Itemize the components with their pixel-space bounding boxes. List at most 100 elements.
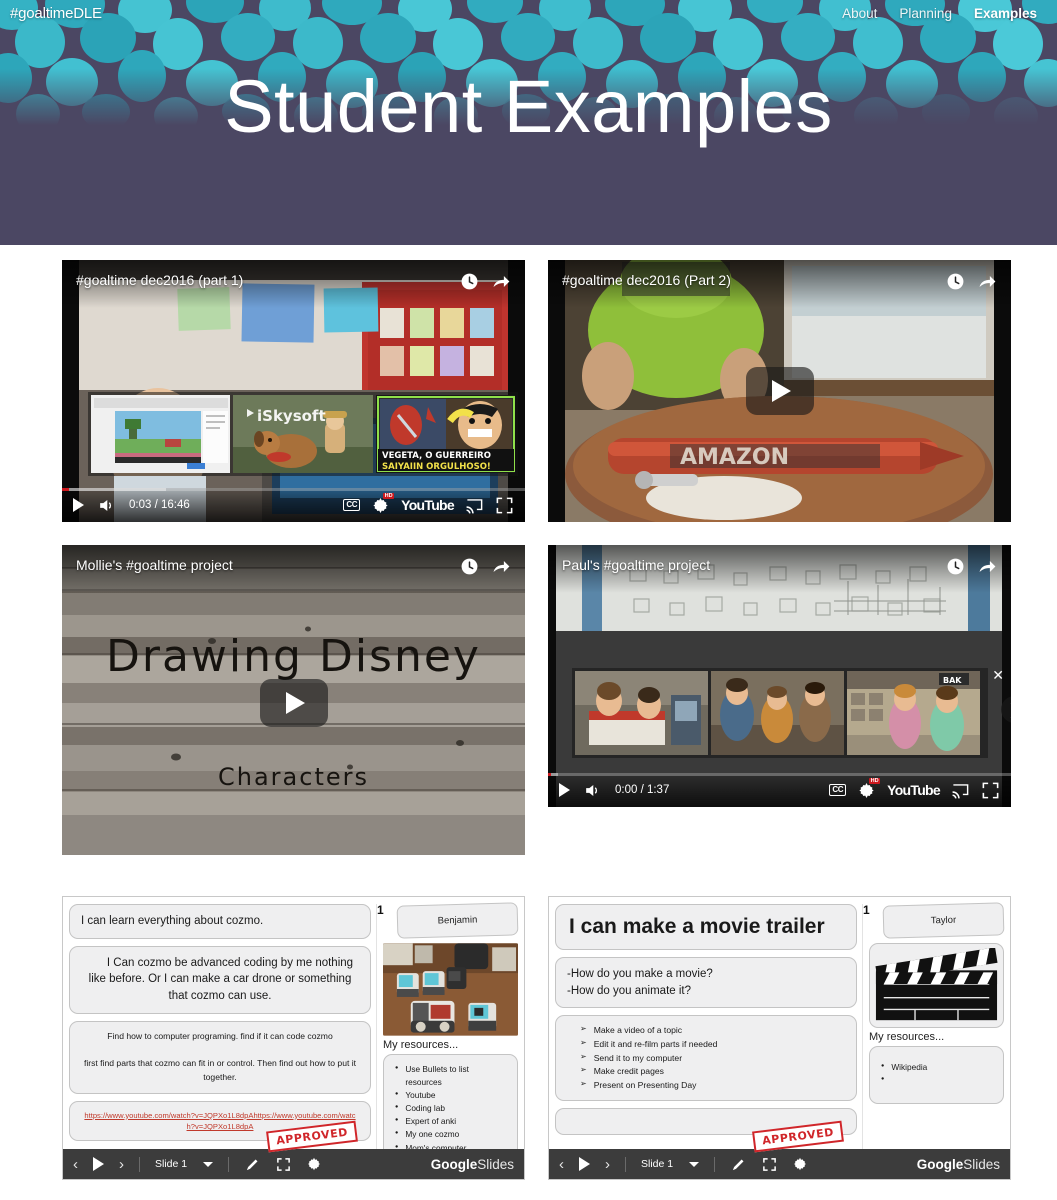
- video-title-2[interactable]: #goaltime dec2016 (Part 2): [562, 272, 731, 288]
- pen-icon[interactable]: [244, 1157, 261, 1172]
- clapperboard-box: [869, 943, 1004, 1028]
- svg-text:SAIYAIIN ORGULHOSO!: SAIYAIIN ORGULHOSO!: [382, 462, 491, 472]
- cast-icon[interactable]: [951, 781, 970, 800]
- youtube-logo[interactable]: YouTube: [401, 497, 455, 513]
- toolbar-divider: [714, 1156, 716, 1172]
- google-slides-embed-benjamin[interactable]: I can learn everything about cozmo. I Ca…: [62, 896, 525, 1180]
- gear-icon[interactable]: [792, 1156, 808, 1172]
- resource-item: My one cozmo: [395, 1128, 506, 1141]
- brand-slides: Slides: [477, 1156, 514, 1172]
- previous-slide-button[interactable]: ‹: [559, 1157, 564, 1172]
- play-icon[interactable]: [559, 783, 570, 797]
- controls-right-1: CC HD YouTube: [343, 492, 514, 515]
- gear-icon[interactable]: [306, 1156, 322, 1172]
- video-header-bar-4: Paul's #goaltime project: [548, 545, 1011, 593]
- goal-box-2: I can make a movie trailer: [555, 904, 857, 950]
- share-arrow-icon[interactable]: [492, 272, 511, 291]
- resource-item: Youtube: [395, 1089, 506, 1102]
- close-endscreen-icon[interactable]: ✕: [992, 668, 1004, 682]
- nav-item-about[interactable]: About: [842, 6, 877, 21]
- share-arrow-icon[interactable]: [978, 557, 997, 576]
- google-slides-embed-taylor[interactable]: I can make a movie trailer -How do you m…: [548, 896, 1011, 1180]
- video-title-1[interactable]: #goaltime dec2016 (part 1): [76, 272, 243, 288]
- share-arrow-icon[interactable]: [978, 272, 997, 291]
- step-item: Edit it and re-film parts if needed: [580, 1038, 845, 1052]
- video-cell-1: #goaltime dec2016 (part 1) iSkysoft VEGE…: [62, 260, 525, 522]
- related-video-thumb-3[interactable]: VEGETA, O GUERREIRO SAIYAIIN ORGULHOSO!: [375, 395, 515, 473]
- resources-box-1: Use Bullets to list resources Youtube Co…: [383, 1054, 518, 1164]
- slide-selector-1[interactable]: Slide 1: [155, 1158, 214, 1170]
- progress-bar-4[interactable]: [548, 773, 1011, 776]
- play-button-overlay-3[interactable]: [259, 679, 328, 727]
- content-grid: #goaltime dec2016 (part 1) iSkysoft VEGE…: [0, 245, 1057, 1180]
- hero-banner: #goaltimeDLE About Planning Examples Stu…: [0, 0, 1057, 245]
- slides-row: I can learn everything about cozmo. I Ca…: [62, 896, 1011, 1180]
- questions-box-1: I Can cozmo be advanced coding by me not…: [69, 945, 371, 1014]
- share-arrow-icon[interactable]: [492, 557, 511, 576]
- watch-later-clock-icon[interactable]: [946, 272, 965, 291]
- resources-label-2: My resources...: [869, 1031, 945, 1043]
- previous-slide-button[interactable]: ‹: [73, 1157, 78, 1172]
- fullscreen-icon[interactable]: [276, 1157, 291, 1172]
- related-video-thumb-2[interactable]: iSkysoft: [233, 395, 373, 473]
- slides-toolbar-2: ‹ › Slide 1 GoogleSlides: [549, 1149, 1010, 1179]
- volume-icon[interactable]: [583, 781, 602, 800]
- watch-later-clock-icon[interactable]: [460, 272, 479, 291]
- site-logo[interactable]: #goaltimeDLE: [10, 5, 102, 22]
- present-play-button[interactable]: [579, 1157, 590, 1171]
- next-slide-button[interactable]: ›: [119, 1157, 124, 1172]
- resources-list-1: Use Bullets to list resources Youtube Co…: [395, 1063, 506, 1155]
- related-video-thumb-4c[interactable]: BAK: [847, 671, 980, 755]
- video-player-mollie[interactable]: Drawing Disney Characters Mollie's #goal…: [62, 545, 525, 855]
- video-time-display-4: 0:00 / 1:37: [615, 784, 670, 796]
- youtube-logo[interactable]: YouTube: [887, 782, 941, 798]
- related-thumb-hospital-scene: [575, 671, 708, 755]
- brand-google: Google: [916, 1156, 964, 1172]
- settings-gear-hd-icon[interactable]: HD: [371, 492, 395, 515]
- related-videos-overlay-4: BAK ✕: [572, 668, 1011, 758]
- nav-item-planning[interactable]: Planning: [899, 6, 952, 21]
- resource-item: Wikipedia: [881, 1061, 992, 1074]
- cast-icon[interactable]: [465, 496, 484, 515]
- related-video-thumb-4b[interactable]: [711, 671, 844, 755]
- related-video-thumb-1[interactable]: [91, 395, 231, 473]
- next-slide-button[interactable]: ›: [605, 1157, 610, 1172]
- video-title-4[interactable]: Paul's #goaltime project: [562, 557, 710, 573]
- video-player-goaltime-part1[interactable]: #goaltime dec2016 (part 1) iSkysoft VEGE…: [62, 260, 525, 522]
- fullscreen-icon[interactable]: [495, 496, 514, 515]
- settings-gear-hd-icon[interactable]: HD: [857, 777, 881, 800]
- slide-selector-label: Slide 1: [155, 1158, 188, 1170]
- play-button-overlay-2[interactable]: [745, 367, 814, 415]
- progress-bar-1[interactable]: [62, 488, 525, 491]
- questions-box-2: -How do you make a movie? -How do you an…: [555, 957, 857, 1009]
- controls-left-1: 0:03 / 16:46: [73, 496, 190, 515]
- related-video-thumb-4a[interactable]: [575, 671, 708, 755]
- watch-later-clock-icon[interactable]: [460, 557, 479, 576]
- slides-toolbar-1: ‹ › Slide 1 GoogleSlides: [63, 1149, 524, 1179]
- video-title-3[interactable]: Mollie's #goaltime project: [76, 557, 233, 573]
- closed-captions-icon[interactable]: CC: [829, 784, 847, 796]
- step-item: Send it to my computer: [580, 1052, 845, 1066]
- volume-icon[interactable]: [97, 496, 116, 515]
- related-thumb-group-scene: [711, 671, 844, 755]
- resource-item: Expert of anki: [395, 1115, 506, 1128]
- close-endscreen-icon[interactable]: ✕: [524, 393, 525, 407]
- steps-box-2: Make a video of a topic Edit it and re-f…: [555, 1015, 857, 1102]
- closed-captions-icon[interactable]: CC: [343, 499, 361, 511]
- watch-later-clock-icon[interactable]: [946, 557, 965, 576]
- fullscreen-icon[interactable]: [762, 1157, 777, 1172]
- pen-icon[interactable]: [730, 1157, 747, 1172]
- video-player-goaltime-part2[interactable]: AMAZON #goaltime dec2016 (Part 2): [548, 260, 1011, 522]
- related-videos-overlay-1: iSkysoft VEGETA, O GUERREIRO SAIYAIIN OR…: [88, 392, 525, 476]
- video-player-paul[interactable]: Paul's #goaltime project BAK ✕ 0:00 / 1:…: [548, 545, 1011, 807]
- svg-text:BAK: BAK: [943, 676, 962, 685]
- chevron-down-icon: [689, 1161, 700, 1167]
- present-play-button[interactable]: [93, 1157, 104, 1171]
- student-name-1: Benjamin: [396, 902, 519, 939]
- play-icon[interactable]: [73, 498, 84, 512]
- fullscreen-icon[interactable]: [981, 781, 1000, 800]
- resource-item: Use Bullets to list resources: [395, 1063, 506, 1089]
- cozmo-robots-image: [383, 943, 518, 1036]
- nav-item-examples[interactable]: Examples: [974, 6, 1037, 21]
- slide-selector-2[interactable]: Slide 1: [641, 1158, 700, 1170]
